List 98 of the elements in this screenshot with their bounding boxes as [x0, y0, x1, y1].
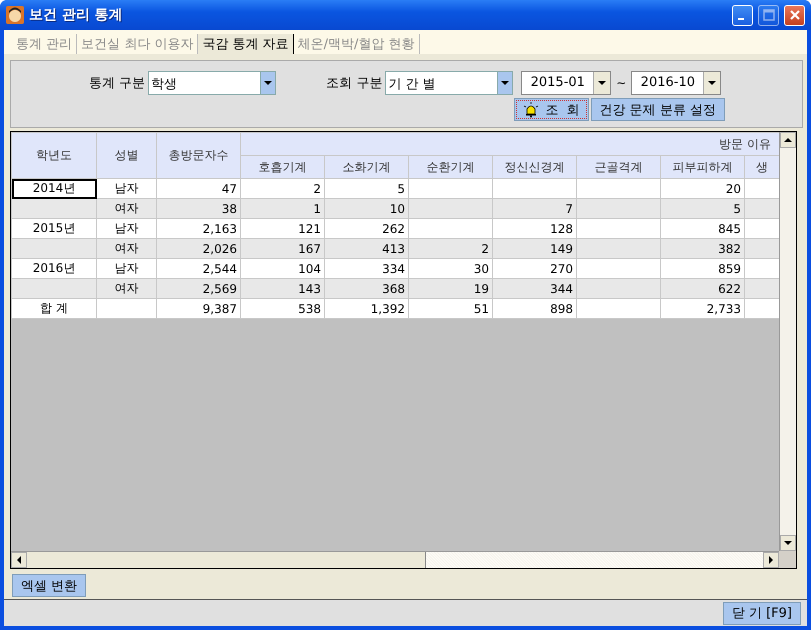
table-cell [744, 218, 779, 238]
scroll-down-icon [783, 538, 793, 548]
table-cell: 여자 [96, 278, 156, 298]
table-cell: 898 [492, 298, 576, 318]
table-cell: 149 [492, 238, 576, 258]
table-cell: 262 [324, 218, 408, 238]
column-header: 총방문자수 [156, 132, 240, 178]
table-cell: 남자 [96, 218, 156, 238]
table-cell: 382 [660, 238, 744, 258]
table-cell: 합 계 [12, 298, 96, 318]
category-settings-button[interactable]: 건강 문제 분류 설정 [590, 98, 725, 121]
search-button[interactable]: 조 회 [514, 98, 589, 121]
table-cell: 1,392 [324, 298, 408, 318]
table-cell [96, 298, 156, 318]
table-cell: 51 [408, 298, 492, 318]
column-header: 소화기계 [324, 156, 408, 178]
table-cell: 121 [240, 218, 324, 238]
table-cell: 10 [324, 198, 408, 218]
table-cell: 9,387 [156, 298, 240, 318]
table-cell [744, 258, 779, 278]
table-cell: 2,733 [660, 298, 744, 318]
minimize-icon [738, 18, 744, 20]
table-cell: 334 [324, 258, 408, 278]
table-cell: 남자 [96, 258, 156, 278]
table-cell: 143 [240, 278, 324, 298]
start-date-dropdown[interactable]: 2015-01 [521, 71, 612, 95]
close-button[interactable] [784, 4, 805, 26]
column-header: 순환기계 [408, 156, 492, 178]
table-cell [744, 238, 779, 258]
table-cell: 622 [660, 278, 744, 298]
end-date-dropdown[interactable]: 2016-10 [631, 71, 722, 95]
table-cell: 47 [156, 178, 240, 198]
minimize-button[interactable] [732, 4, 753, 26]
table-cell: 2 [408, 238, 492, 258]
vertical-scrollbar[interactable] [779, 132, 796, 551]
column-header: 근골격계 [576, 156, 660, 178]
window-title: 보건 관리 통계 [29, 6, 124, 24]
close-dialog-button[interactable]: 닫 기 [F9] [722, 602, 801, 624]
table-cell: 167 [240, 238, 324, 258]
table-cell: 344 [492, 278, 576, 298]
caret-icon [500, 78, 510, 88]
app-icon [6, 6, 24, 24]
table-cell: 368 [324, 278, 408, 298]
column-header: 피부피하계 [660, 156, 744, 178]
bell-icon [523, 102, 540, 118]
table-cell [744, 298, 779, 318]
column-header: 정신신경계 [492, 156, 576, 178]
table-cell: 2,544 [156, 258, 240, 278]
table-cell [744, 178, 779, 198]
table-cell: 5 [324, 178, 408, 198]
table-cell: 413 [324, 238, 408, 258]
table-cell: 2014년 [12, 178, 96, 198]
field-label: 조회 구분 [326, 75, 382, 92]
table-cell: 20 [660, 178, 744, 198]
table-cell: 2016년 [12, 258, 96, 278]
scrollbar-corner [779, 551, 796, 568]
column-header: 호흡기계 [240, 156, 324, 178]
table-cell: 5 [660, 198, 744, 218]
table-cell: 845 [660, 218, 744, 238]
table-cell [744, 198, 779, 218]
table-cell: 7 [492, 198, 576, 218]
table-cell [744, 278, 779, 298]
table-cell: 270 [492, 258, 576, 278]
close-icon [788, 9, 800, 21]
table-cell: 538 [240, 298, 324, 318]
scroll-up-icon [783, 135, 793, 145]
caret-icon [597, 78, 608, 88]
scroll-right-icon [766, 555, 776, 565]
caret-icon [263, 78, 274, 88]
table-cell: 2,163 [156, 218, 240, 238]
table-cell: 30 [408, 258, 492, 278]
excel-export-button[interactable]: 엑셀 변환 [12, 574, 86, 597]
table-cell: 2,569 [156, 278, 240, 298]
maximize-button[interactable] [758, 4, 779, 26]
table-cell: 2 [240, 178, 324, 198]
caret-icon [707, 78, 718, 88]
category-dropdown[interactable]: 학생 [148, 71, 276, 95]
tab[interactable]: 국감 통계 자료 [198, 34, 294, 54]
table-cell: 19 [408, 278, 492, 298]
horizontal-scrollbar[interactable] [11, 551, 779, 568]
maximize-icon [762, 9, 774, 21]
column-header: 학년도 [12, 132, 96, 178]
table-cell: 2015년 [12, 218, 96, 238]
field-label: 통계 구분 [89, 75, 146, 92]
query-dropdown[interactable]: 기 간 별 [385, 71, 514, 95]
range-separator: ~ [616, 76, 626, 90]
column-header: 성별 [96, 132, 156, 178]
table-cell: 1 [240, 198, 324, 218]
column-header: 생 [744, 156, 779, 178]
table-cell: 104 [240, 258, 324, 278]
table-cell: 남자 [96, 178, 156, 198]
group-header: 방문 이유 [240, 132, 779, 156]
table-cell: 여자 [96, 238, 156, 258]
table-cell: 38 [156, 198, 240, 218]
table-cell: 2,026 [156, 238, 240, 258]
table-cell: 859 [660, 258, 744, 278]
table-cell: 128 [492, 218, 576, 238]
table-cell: 여자 [96, 198, 156, 218]
